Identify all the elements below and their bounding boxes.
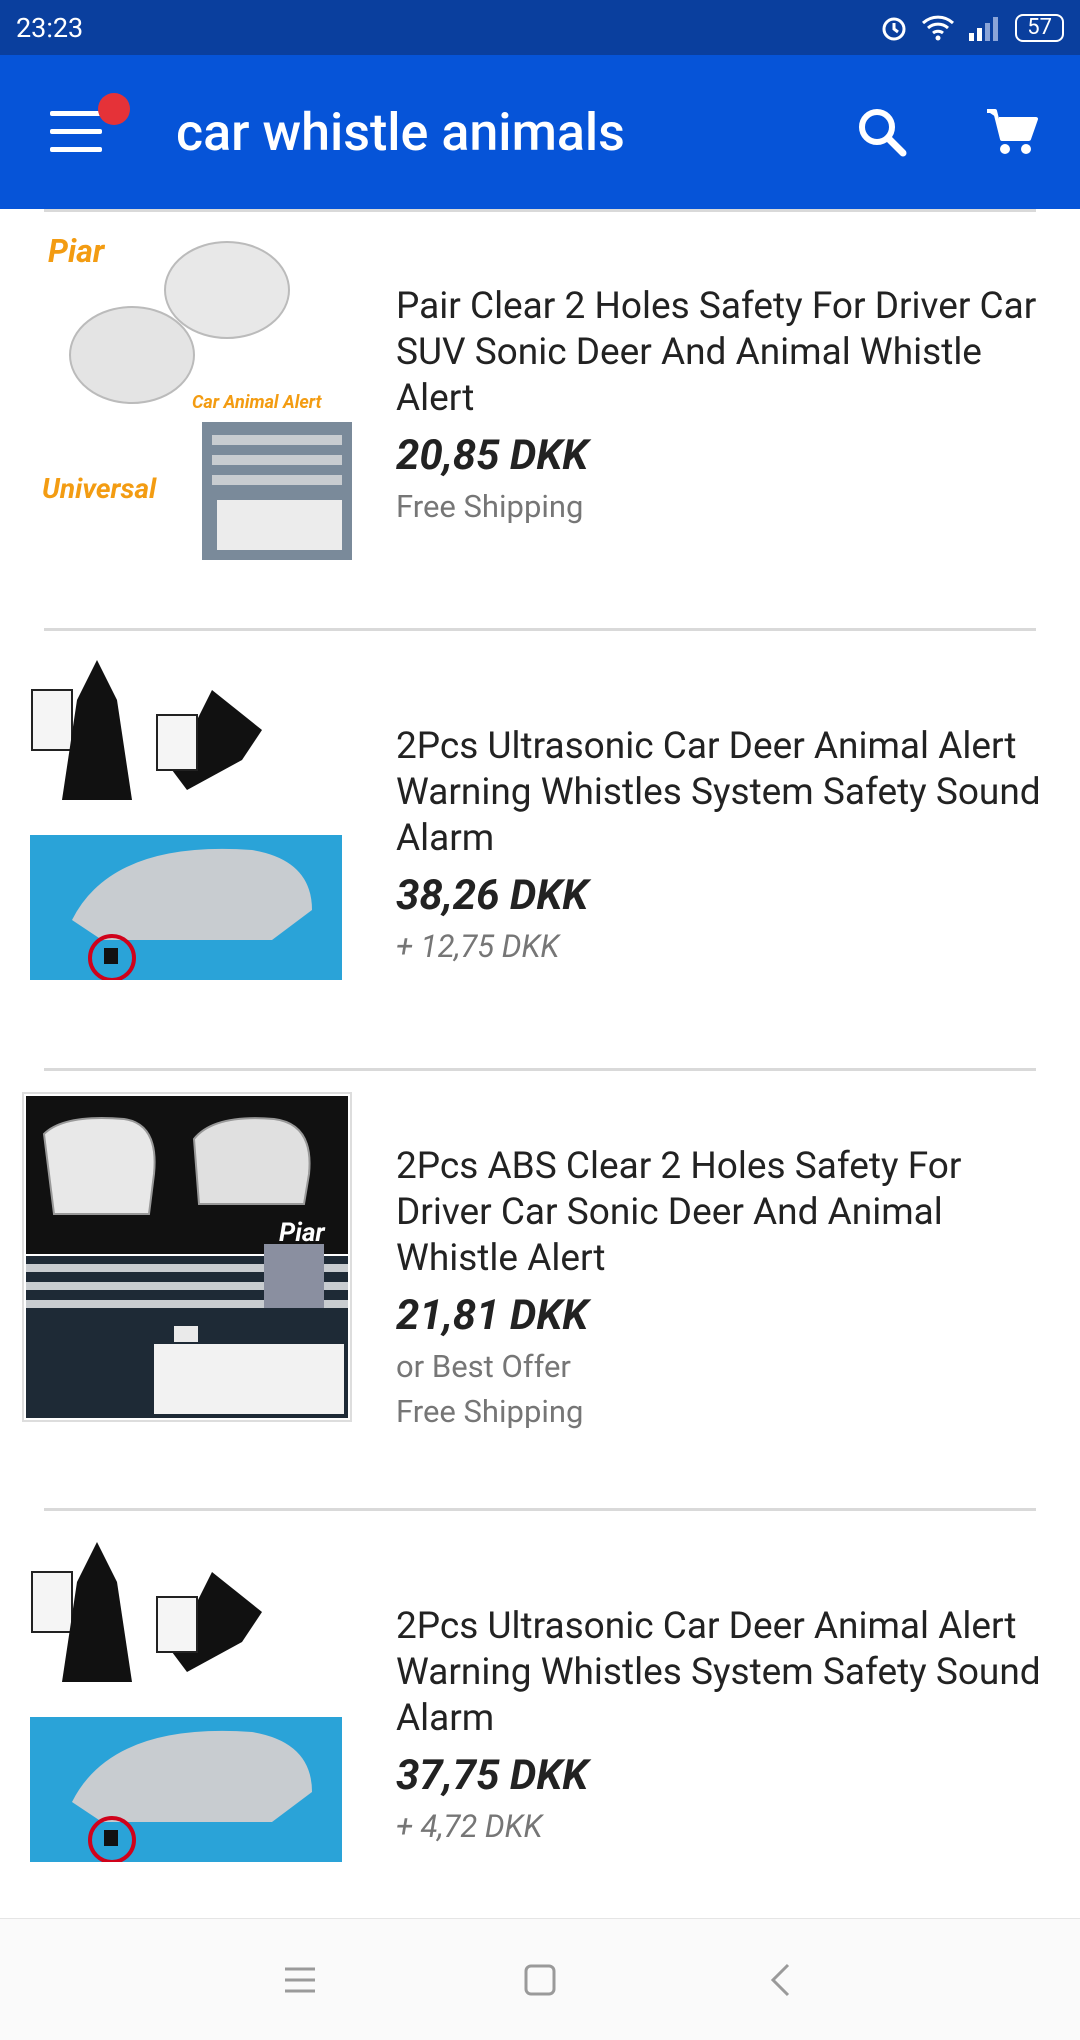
listing-item[interactable]: 2Pcs Ultrasonic Car Deer Animal Alert Wa…	[0, 1532, 1080, 1892]
list-divider	[44, 209, 1036, 212]
listing-title[interactable]: 2Pcs ABS Clear 2 Holes Safety For Driver…	[396, 1144, 1056, 1282]
list-divider	[44, 1068, 1036, 1071]
system-nav-bar	[0, 1918, 1080, 2040]
listing-shipping: Free Shipping	[396, 1393, 584, 1430]
listing-price: 38,26 DKK	[396, 871, 589, 920]
listing-price: 37,75 DKK	[396, 1751, 589, 1800]
thumbnail-label: Universal	[42, 472, 157, 505]
list-divider	[44, 1508, 1036, 1511]
recent-apps-icon[interactable]	[270, 1950, 330, 2010]
listing-info: 2Pcs Ultrasonic Car Deer Animal Alert Wa…	[396, 1604, 1056, 1849]
search-icon[interactable]	[852, 102, 912, 162]
listing-best-offer: or Best Offer	[396, 1348, 571, 1385]
app-bar: car whistle animals	[0, 55, 1080, 209]
battery-indicator: 57	[1015, 13, 1064, 42]
status-icons: 57	[879, 13, 1064, 43]
listing-info: Pair Clear 2 Holes Safety For Driver Car…	[396, 284, 1056, 529]
listing-shipping: + 4,72 DKK	[396, 1808, 543, 1845]
thumbnail-label: Car Animal Alert	[192, 392, 322, 413]
home-icon[interactable]	[510, 1950, 570, 2010]
listing-thumbnail[interactable]	[22, 1532, 352, 1862]
alarm-icon	[882, 17, 906, 40]
listing-item[interactable]: Piar 2Pcs ABS Clear 2 Holes Safety For D…	[0, 1092, 1080, 1512]
thumbnail-label: Piar	[48, 232, 105, 270]
thumbnail-label: Piar	[279, 1218, 325, 1248]
listing-title[interactable]: 2Pcs Ultrasonic Car Deer Animal Alert Wa…	[396, 1604, 1056, 1742]
listing-thumbnail[interactable]: Piar	[22, 1092, 352, 1422]
cart-icon[interactable]	[982, 102, 1042, 162]
signal-icon	[969, 16, 999, 41]
hamburger-menu-icon[interactable]	[50, 93, 130, 153]
listing-thumbnail[interactable]	[22, 650, 352, 980]
status-time: 23:23	[16, 11, 84, 44]
listing-info: 2Pcs Ultrasonic Car Deer Animal Alert Wa…	[396, 724, 1056, 969]
listing-shipping: Free Shipping	[396, 488, 584, 525]
listing-info: 2Pcs ABS Clear 2 Holes Safety For Driver…	[396, 1144, 1056, 1434]
listing-title[interactable]: 2Pcs Ultrasonic Car Deer Animal Alert Wa…	[396, 724, 1056, 862]
listing-price: 21,81 DKK	[396, 1291, 589, 1340]
wifi-icon	[922, 15, 955, 40]
listing-thumbnail[interactable]: Piar Car Animal Alert Universal	[22, 230, 352, 560]
listing-item[interactable]: 2Pcs Ultrasonic Car Deer Animal Alert Wa…	[0, 650, 1080, 1040]
list-divider	[44, 628, 1036, 631]
listing-shipping: + 12,75 DKK	[396, 928, 560, 965]
listing-price: 20,85 DKK	[396, 431, 589, 480]
status-bar: 23:23 57	[0, 0, 1080, 55]
search-query-title[interactable]: car whistle animals	[176, 102, 852, 163]
listing-title[interactable]: Pair Clear 2 Holes Safety For Driver Car…	[396, 284, 1056, 422]
notification-dot-icon	[98, 93, 130, 125]
back-icon[interactable]	[750, 1950, 810, 2010]
listing-item[interactable]: Piar Car Animal Alert Universal Pair Cle…	[0, 230, 1080, 620]
